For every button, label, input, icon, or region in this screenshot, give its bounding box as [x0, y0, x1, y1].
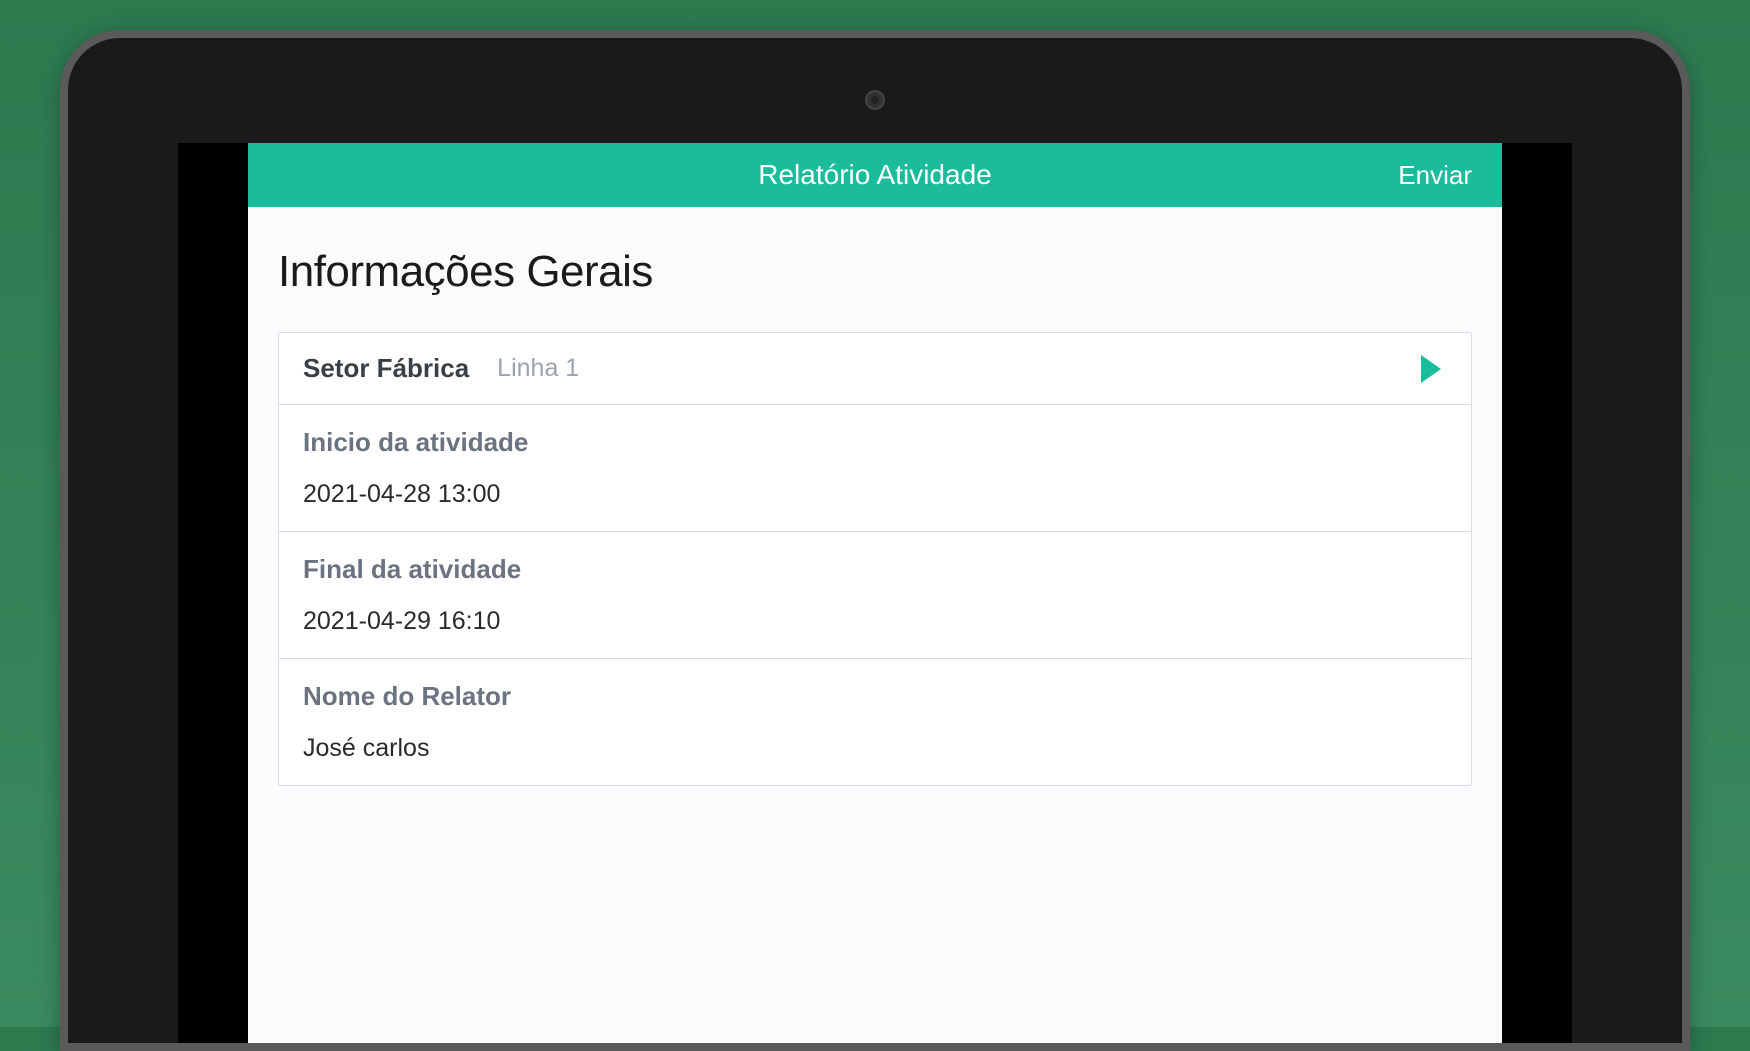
end-label: Final da atividade — [303, 554, 521, 585]
tablet-bezel: Relatório Atividade Enviar Informações G… — [68, 38, 1682, 1043]
pillar-box-right — [1502, 143, 1572, 1043]
form-list: Setor Fábrica Linha 1 Inicio da atividad… — [278, 332, 1472, 786]
chevron-right-icon — [1421, 355, 1441, 383]
sector-value: Linha 1 — [497, 354, 579, 383]
reporter-name-row[interactable]: Nome do Relator José carlos — [279, 659, 1471, 785]
camera-icon — [865, 90, 885, 110]
section-title: Informações Gerais — [278, 247, 1472, 297]
end-datetime-row[interactable]: Final da atividade 2021-04-29 16:10 — [279, 532, 1471, 659]
reporter-value: José carlos — [303, 734, 429, 763]
start-datetime-row[interactable]: Inicio da atividade 2021-04-28 13:00 — [279, 405, 1471, 532]
reporter-label: Nome do Relator — [303, 681, 511, 712]
screen-wrapper: Relatório Atividade Enviar Informações G… — [178, 143, 1572, 1043]
app-screen: Relatório Atividade Enviar Informações G… — [248, 143, 1502, 1043]
sector-selector-row[interactable]: Setor Fábrica Linha 1 — [279, 333, 1471, 405]
start-label: Inicio da atividade — [303, 427, 528, 458]
pillar-box-left — [178, 143, 248, 1043]
start-value: 2021-04-28 13:00 — [303, 480, 500, 509]
send-button[interactable]: Enviar — [1398, 160, 1472, 191]
content-area: Informações Gerais Setor Fábrica Linha 1… — [248, 207, 1502, 1043]
end-value: 2021-04-29 16:10 — [303, 607, 500, 636]
app-header: Relatório Atividade Enviar — [248, 143, 1502, 207]
tablet-device-frame: Relatório Atividade Enviar Informações G… — [60, 30, 1690, 1051]
sector-label: Setor Fábrica — [303, 353, 469, 384]
header-title: Relatório Atividade — [758, 159, 991, 191]
